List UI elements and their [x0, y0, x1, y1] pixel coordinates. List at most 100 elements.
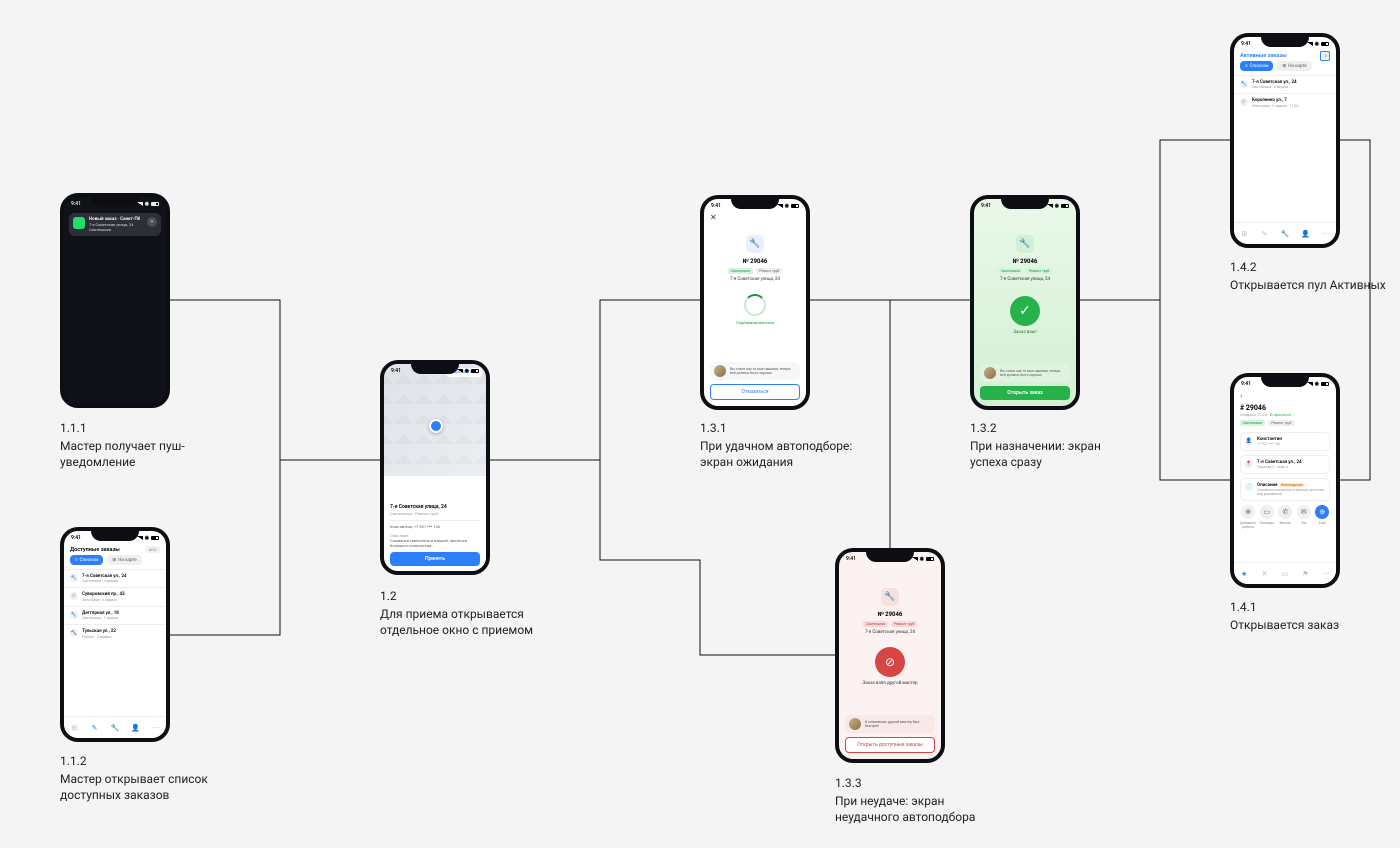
active-title: Активные заказы [1240, 53, 1287, 59]
order-number: № 29046 [974, 258, 1076, 265]
caption-131: 1.3.1 При удачном автоподборе: экран ожи… [700, 420, 870, 471]
caption-142: 1.4.2 Открывается пул Активных [1230, 259, 1386, 293]
address-card[interactable]: 📍 7-я Советская ул., 24Подъезд 2 · этаж … [1240, 455, 1330, 474]
description-card[interactable]: 📄 Описание НеполадочкаСломался смеситель… [1240, 478, 1330, 501]
helper-hint: К сожалению другой мастер был быстрее [845, 715, 935, 733]
status-icons: ◉ [137, 201, 159, 207]
map-pin-icon[interactable] [429, 419, 443, 433]
action-expenses[interactable]: ▭Расходы [1259, 505, 1274, 529]
sheet-address: 7-я Советская улица, 24 [390, 504, 480, 510]
seg-map-button[interactable]: ⊞ На карте [107, 555, 141, 565]
nav-flag-icon[interactable]: ⚑ [1300, 569, 1310, 579]
caption-133: 1.3.3 При неудаче: экран неудачного авто… [835, 775, 1005, 826]
chat-icon: ✉ [1297, 505, 1311, 519]
avatar [849, 718, 861, 730]
wrench-icon: 🔧 [881, 588, 899, 606]
segmented-control: ≡ Списком ⊞ На карте [64, 555, 166, 569]
wrench-icon: 🔧 [70, 611, 78, 619]
action-call[interactable]: ✆Звонок [1278, 505, 1293, 529]
nav-work-icon[interactable]: 🔧 [1280, 229, 1290, 239]
pin-icon: 📍 [1245, 460, 1253, 468]
list-header: Доступные заказы 4/21 [64, 543, 166, 555]
spinner-icon [744, 294, 766, 316]
order-number: № 29046 [704, 258, 806, 265]
bottom-sheet: 7-я Советская улица, 24 Сантехника · Рем… [384, 499, 486, 571]
fail-icon: ⊘ [875, 647, 905, 677]
more-icon: ⊕ [1315, 505, 1329, 519]
nav-profile-icon[interactable]: 👤 [1300, 229, 1310, 239]
bolt-icon: ⚡ [1240, 98, 1248, 106]
nav-x-icon[interactable]: ✕ [1260, 569, 1270, 579]
seg-map-button[interactable]: ⊞ На карте [1277, 61, 1311, 71]
nav-star-icon[interactable]: ★ [1239, 569, 1249, 579]
sheet-subtitle: Сантехника · Ремонт труб [390, 511, 480, 516]
order-address: 7-я Советская улица, 24 [704, 277, 806, 282]
nav-profile-icon[interactable]: 👤 [130, 723, 140, 733]
doc-icon: 📄 [1245, 483, 1253, 491]
open-order-button[interactable]: Открыть заказ [980, 386, 1070, 400]
bottom-nav: ⊞ ✎ 🔧 👤 ⋯ [1234, 222, 1336, 244]
push-body: 7-я Советская улица, 24 Сантехника [89, 222, 143, 232]
helper-hint: Вы стали как то мне нашими, теперь всё д… [710, 362, 800, 380]
phone-1-3-3-fail: 9:41◉ 🔧 № 29046 СантехникаРемонт труб 7-… [835, 548, 945, 763]
action-add-work[interactable]: ⊕Добавить работы [1240, 505, 1256, 529]
list-item[interactable]: ⚡Короленко ул., 7Электрика · 2 задачи · … [1234, 93, 1336, 111]
phone-1-2-accept-window: 9:41◉ Пропустить 7-я Советская улица, 24… [380, 360, 490, 575]
client-card[interactable]: 👤 Константин+7 921 *** 143 [1240, 432, 1330, 451]
nav-more-icon[interactable]: ⋯ [151, 723, 161, 733]
list-item[interactable]: ⚡Суворовский пр., 43Электрика · 2 задачи [64, 587, 166, 605]
caption-141: 1.4.1 Открывается заказ [1230, 599, 1339, 633]
nav-home-icon[interactable]: ⊞ [1239, 229, 1249, 239]
accept-button[interactable]: Принять [390, 552, 480, 566]
nav-work-icon[interactable]: 🔧 [110, 723, 120, 733]
wrench-icon: 🔧 [1016, 235, 1034, 253]
order-number: № 29046 [839, 611, 941, 618]
list-item[interactable]: 🔧7-я Советская ул., 24Сантехника · 4 зад… [1234, 75, 1336, 93]
action-bar: ⊕Добавить работы ▭Расходы ✆Звонок ✉Чат ⊕… [1240, 505, 1330, 529]
grid-icon[interactable] [1320, 51, 1330, 61]
phone-1-3-1-waiting: 9:41◉ ✕ 🔧 № 29046 СантехникаРемонт труб … [700, 195, 810, 410]
caption-111: 1.1.1 Мастер получает пуш-уведомление [60, 420, 230, 471]
list-item[interactable]: 🔨Тульская ул., 22Ремонт · 3 задачи [64, 624, 166, 642]
caption-112: 1.1.2 Мастер открывает список доступных … [60, 753, 230, 804]
time: 9:41 [71, 201, 81, 207]
avatar [984, 367, 996, 379]
phone-1-1-2-available-list: 9:41◉ Доступные заказы 4/21 ≡ Списком ⊞ … [60, 527, 170, 742]
open-available-button[interactable]: Открыть доступные заказы [845, 737, 935, 753]
bolt-icon: ⚡ [70, 592, 78, 600]
close-icon[interactable]: ✕ [710, 213, 717, 222]
map-view[interactable]: Пропустить [384, 364, 486, 476]
action-more[interactable]: ⊕Ещё [1315, 505, 1330, 529]
helper-hint: Вы стали как то мне нашими, теперь всё д… [980, 364, 1070, 382]
person-icon: 👤 [1245, 437, 1253, 445]
nav-box-icon[interactable]: ▭ [1280, 569, 1290, 579]
plus-icon: ⊕ [1241, 505, 1255, 519]
bottom-nav: ★ ✕ ▭ ⚑ ⋯ [1234, 562, 1336, 584]
nav-more-icon[interactable]: ⋯ [1321, 569, 1331, 579]
cancel-button[interactable]: Отказаться [710, 384, 800, 400]
caption-12: 1.2 Для приема открывается отдельное окн… [380, 588, 550, 639]
list-item[interactable]: 🔧Дегтярная ул., 18Сантехника · 1 задача [64, 606, 166, 624]
list-count: 4/21 [146, 546, 160, 553]
nav-orders-icon[interactable]: ✎ [90, 723, 100, 733]
push-notification[interactable]: Новый заказ · Санкт-Пб 7-я Советская ули… [69, 213, 161, 236]
seg-list-button[interactable]: ≡ Списком [70, 555, 103, 565]
order-address: 7-я Советская улица, 24 [839, 630, 941, 635]
list-item[interactable]: 🔧7-я Советская ул., 24Сантехника · 4 зад… [64, 569, 166, 587]
back-button[interactable]: ‹ [1234, 389, 1336, 402]
card-icon: ▭ [1260, 505, 1274, 519]
bottom-nav: ⊞ ✎ 🔧 👤 ⋯ [64, 716, 166, 738]
phone-1-1-1-push: 9:41 ◉ Новый заказ · Санкт-Пб 7-я Советс… [60, 193, 170, 408]
seg-list-button[interactable]: ≡ Списком [1240, 61, 1273, 71]
phone-icon: ✆ [1278, 505, 1292, 519]
caption-132: 1.3.2 При назначении: экран успеха сразу [970, 420, 1140, 471]
fail-text: Заказ взял другой мастер [839, 681, 941, 687]
sheet-description: Сломался смеситель в ванной, протечка бо… [390, 538, 480, 548]
nav-more-icon[interactable]: ⋯ [1321, 229, 1331, 239]
detail-number: # 29046 [1240, 404, 1330, 412]
close-icon[interactable]: ✕ [147, 217, 157, 227]
wrench-icon: 🔧 [1240, 80, 1248, 88]
nav-orders-icon[interactable]: ✎ [1260, 229, 1270, 239]
action-chat[interactable]: ✉Чат [1296, 505, 1311, 529]
nav-home-icon[interactable]: ⊞ [69, 723, 79, 733]
